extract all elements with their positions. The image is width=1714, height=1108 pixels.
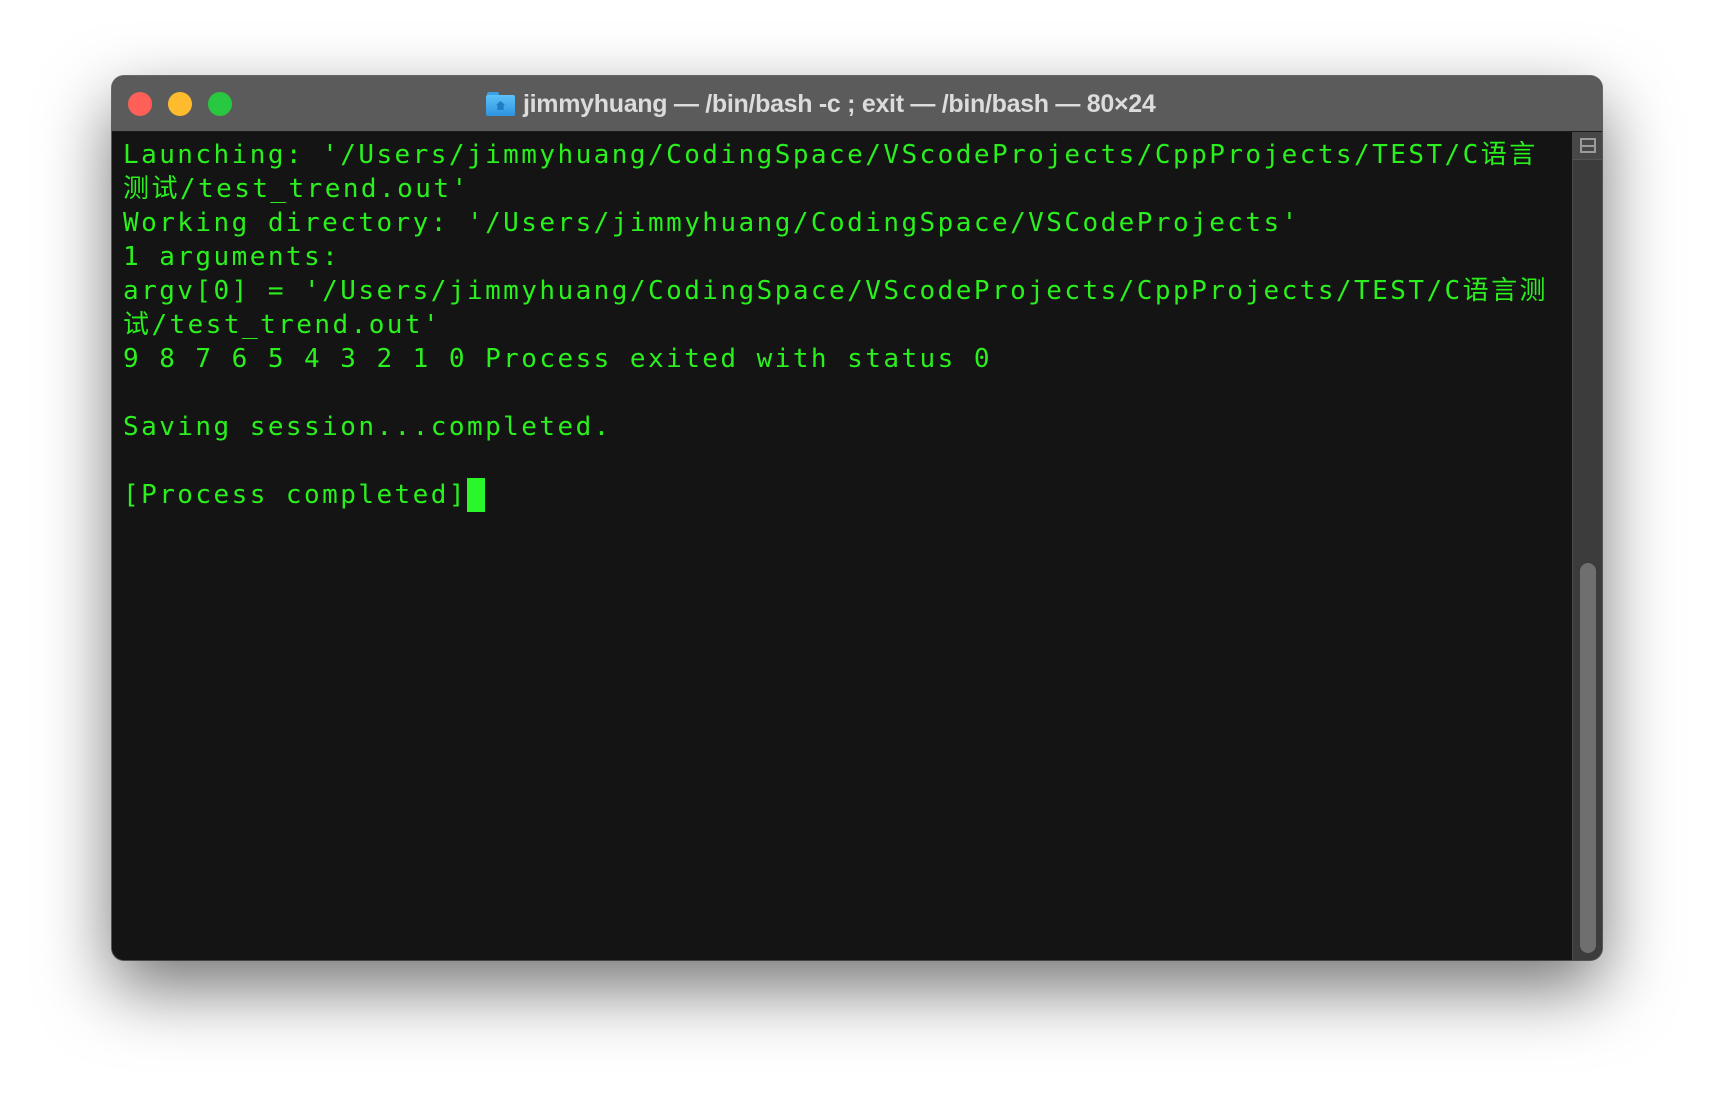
minimize-button[interactable] xyxy=(168,92,192,116)
terminal-window: jimmyhuang — /bin/bash -c ; exit — /bin/… xyxy=(112,76,1602,960)
home-folder-icon xyxy=(486,92,515,116)
zoom-button[interactable] xyxy=(208,92,232,116)
terminal-line: Launching: '/Users/jimmyhuang/CodingSpac… xyxy=(123,140,1538,170)
window-title: jimmyhuang — /bin/bash -c ; exit — /bin/… xyxy=(486,88,1156,120)
terminal-line: argv[0] = '/Users/jimmyhuang/CodingSpace… xyxy=(123,276,1548,306)
terminal-line-text: [Process completed] xyxy=(123,480,467,510)
terminal-prompt-line: [Process completed] xyxy=(123,478,1572,512)
close-button[interactable] xyxy=(128,92,152,116)
terminal-line: 9 8 7 6 5 4 3 2 1 0 Process exited with … xyxy=(123,344,992,374)
window-title-text: jimmyhuang — /bin/bash -c ; exit — /bin/… xyxy=(523,89,1156,118)
terminal-line: 试/test_trend.out' xyxy=(123,310,442,340)
scrollbar-thumb[interactable] xyxy=(1580,563,1596,953)
vertical-scrollbar[interactable] xyxy=(1572,132,1602,960)
terminal-line: 测试/test_trend.out' xyxy=(123,174,470,204)
terminal-line: Working directory: '/Users/jimmyhuang/Co… xyxy=(123,208,1300,238)
terminal-output[interactable]: Launching: '/Users/jimmyhuang/CodingSpac… xyxy=(112,132,1572,960)
split-pane-icon xyxy=(1580,138,1596,153)
terminal-line: Saving session...completed. xyxy=(123,412,612,442)
terminal-line: 1 arguments: xyxy=(123,242,341,272)
title-bar[interactable]: jimmyhuang — /bin/bash -c ; exit — /bin/… xyxy=(112,76,1602,132)
text-cursor xyxy=(466,478,485,512)
split-pane-button[interactable] xyxy=(1573,132,1602,160)
